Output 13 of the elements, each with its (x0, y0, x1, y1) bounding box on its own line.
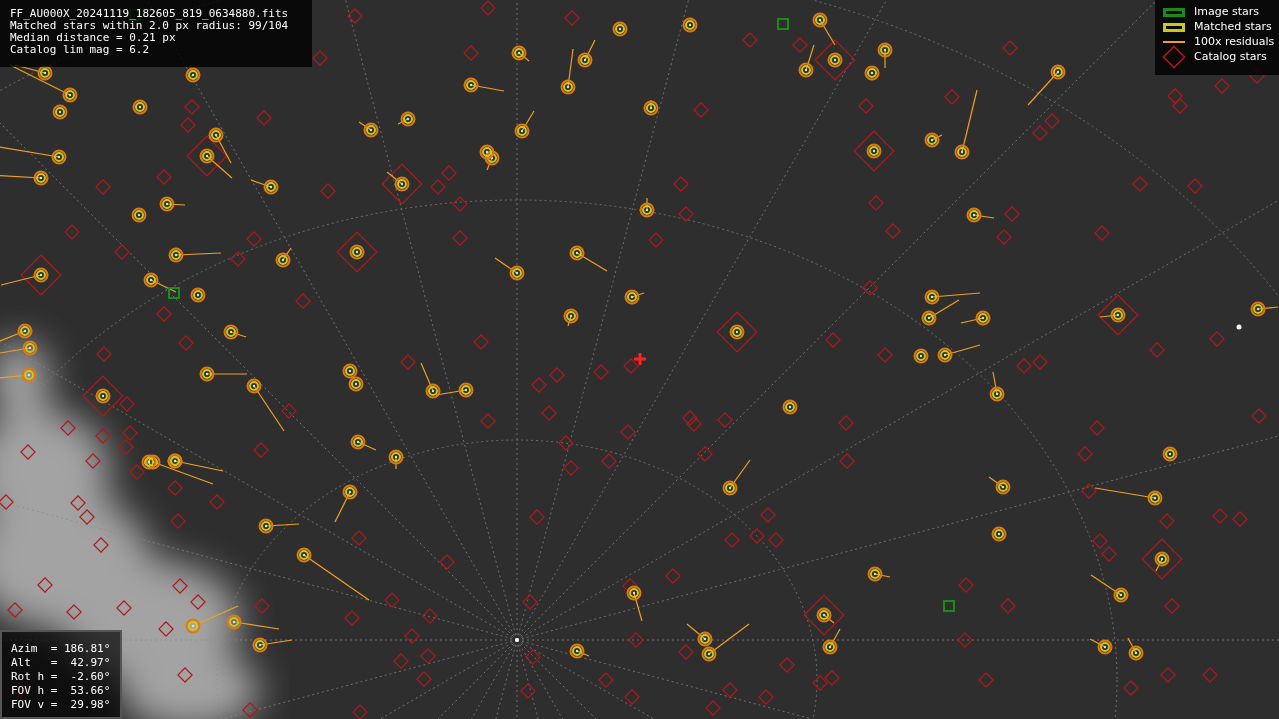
legend-label: 100x residuals (1194, 36, 1275, 48)
pointing-line: Azim = 186.81° (11, 642, 111, 656)
pointing-line: FOV h = 53.66° (11, 684, 111, 698)
info-line: Median distance = 0.21 px (10, 32, 176, 44)
legend-label: Catalog stars (1194, 51, 1267, 63)
pointing-line: Rot h = -2.60° (11, 670, 111, 684)
legend-label: Matched stars (1194, 21, 1272, 33)
pointing-line: FOV v = 29.98° (11, 698, 111, 712)
pointing-line: Alt = 42.97° (11, 656, 111, 670)
info-line: FF_AU000X_20241119_182605_819_0634880.fits (10, 8, 289, 20)
info-line: Catalog lim mag = 6.2 (10, 44, 150, 56)
legend-label: Image stars (1194, 6, 1259, 18)
info-line: Matched stars within 2.0 px radius: 99/104 (10, 20, 289, 32)
